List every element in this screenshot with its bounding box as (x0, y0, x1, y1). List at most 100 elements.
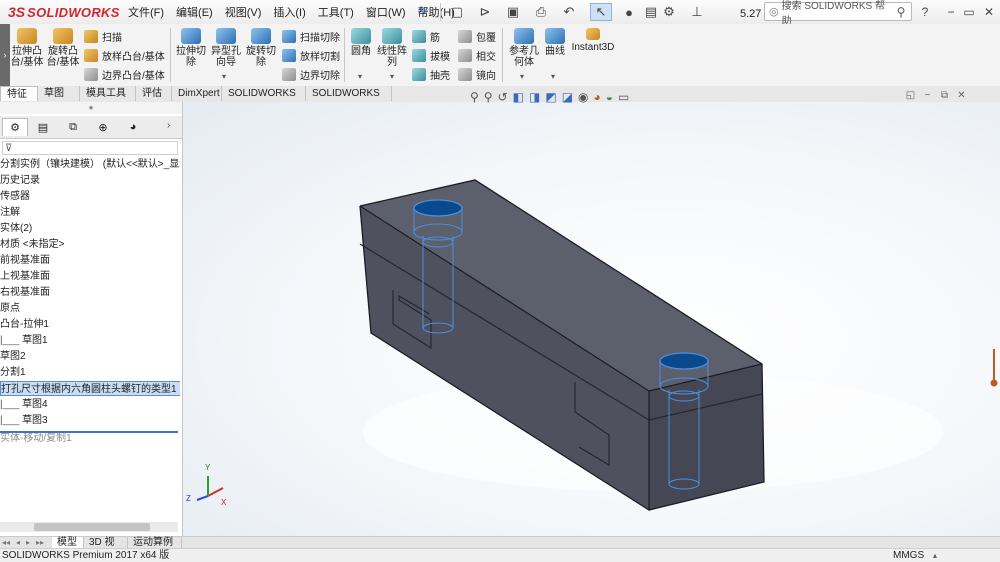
tab-mold-tools[interactable]: 模具工具 (80, 86, 136, 101)
tab-dimxpert[interactable]: DimXpert (172, 86, 222, 101)
tree-item-sketch3[interactable]: |___ 草图3 (0, 413, 180, 428)
feature-tree-filter[interactable]: ⊽ (2, 141, 178, 155)
tree-item-top-plane[interactable]: 上视基准面 (0, 269, 180, 284)
revolve-cut-button[interactable]: 旋转切 除 (244, 28, 278, 68)
options-gear-icon[interactable]: ⚙ (658, 3, 680, 21)
feature-tree-hscrollbar[interactable] (0, 522, 178, 532)
tab-scroll-last-icon[interactable]: ▸▸ (36, 538, 44, 547)
reference-geometry-dropdown-icon[interactable]: ▾ (520, 72, 524, 81)
sweep-button[interactable]: 扫描 (84, 28, 122, 44)
display-style-icon[interactable]: ◪ (562, 90, 573, 104)
panel-grip-icon[interactable]: ● (0, 102, 182, 114)
unit-system-selector[interactable]: MMGS (893, 549, 924, 562)
mirror-button[interactable]: 镜向 (458, 66, 496, 82)
hole-wizard-dropdown-icon[interactable]: ▾ (222, 72, 226, 81)
zoom-to-fit-icon[interactable]: ⚲ (470, 90, 479, 104)
extrude-boss-button[interactable]: 拉伸凸 台/基体 (10, 28, 44, 68)
restore-window-button[interactable]: ▭ (960, 3, 978, 21)
zoom-to-area-icon[interactable]: ⚲ (484, 90, 493, 104)
dynamic-annotation-icon[interactable]: ◨ (529, 90, 540, 104)
close-window-button[interactable]: ✕ (980, 3, 998, 21)
menu-file[interactable]: 文件(F) (128, 4, 164, 20)
viewport-minimize-icon[interactable]: − (919, 90, 936, 101)
menu-insert[interactable]: 插入(I) (273, 4, 305, 20)
undo-icon[interactable]: ↶ (558, 3, 580, 21)
instant3d-button[interactable]: Instant3D (572, 28, 614, 53)
viewport-restore-icon[interactable]: ⧉ (936, 90, 953, 101)
shell-button[interactable]: 抽壳 (412, 66, 450, 82)
linear-pattern-button[interactable]: 线性阵 列 (376, 28, 408, 68)
lofted-cut-button[interactable]: 放样切割 (282, 47, 340, 63)
panel-tabs-scroll-icon[interactable]: › (167, 120, 170, 131)
display-manager-tab-icon[interactable]: ◕ (120, 118, 146, 136)
unit-system-dropdown-icon[interactable]: ▴ (933, 549, 937, 562)
wrap-button[interactable]: 包覆 (458, 28, 496, 44)
search-input[interactable]: 搜索 SOLIDWORKS 帮助 (782, 0, 891, 27)
tab-sketch[interactable]: 草图 (38, 86, 80, 101)
intersect-button[interactable]: 相交 (458, 47, 496, 63)
rollback-bar[interactable] (0, 431, 178, 433)
save-icon[interactable]: ▣ (502, 3, 524, 21)
tree-item-boss-extrude1[interactable]: 凸台-拉伸1 (0, 317, 180, 332)
previous-view-icon[interactable]: ↺ (498, 90, 508, 104)
pin-menu-icon[interactable]: ✎ (418, 4, 428, 18)
configuration-manager-tab-icon[interactable]: ⧉ (60, 118, 86, 136)
tree-item-right-plane[interactable]: 右视基准面 (0, 285, 180, 300)
traffic-light-icon[interactable]: ● (618, 3, 640, 21)
command-manager-flyout-handle[interactable]: › (0, 24, 10, 86)
viewport-close-icon[interactable]: ✕ (953, 90, 970, 101)
viewport-collapse-icon[interactable]: ◱ (902, 90, 919, 101)
section-view-icon[interactable]: ◧ (513, 90, 524, 104)
tab-scroll-first-icon[interactable]: ◂◂ (2, 538, 10, 547)
rib-button[interactable]: 筋 (412, 28, 440, 44)
dimxpert-manager-tab-icon[interactable]: ⊕ (90, 118, 116, 136)
help-search-box[interactable]: ◎ 搜索 SOLIDWORKS 帮助 ⚲ (764, 1, 912, 27)
menu-view[interactable]: 视图(V) (225, 4, 262, 20)
fillet-button[interactable]: 圆角 (348, 28, 374, 57)
minimize-window-button[interactable]: − (942, 3, 960, 21)
triad-tool-icon[interactable]: ⊥ (686, 3, 708, 21)
fillet-dropdown-icon[interactable]: ▾ (358, 72, 362, 81)
edit-appearance-icon[interactable]: ◕ (594, 90, 601, 104)
draft-button[interactable]: 拔模 (412, 47, 450, 63)
view-orientation-icon[interactable]: ◩ (545, 90, 556, 104)
new-document-icon[interactable]: ▢ (446, 3, 468, 21)
tree-item-sketch2[interactable]: 草图2 (0, 349, 180, 364)
print-icon[interactable]: ⎙ (530, 3, 552, 21)
tree-item-sketch1[interactable]: |___ 草图1 (0, 333, 180, 348)
tree-item-origin[interactable]: 原点 (0, 301, 180, 316)
tab-scroll-next-icon[interactable]: ▸ (26, 538, 30, 547)
tab-features[interactable]: 特征 (0, 86, 38, 101)
boundary-boss-button[interactable]: 边界凸台/基体 (84, 66, 165, 82)
part-model-view[interactable]: X Y Z (183, 102, 1000, 536)
loft-button[interactable]: 放样凸台/基体 (84, 47, 165, 63)
tree-item-split1[interactable]: 分割1 (0, 365, 180, 380)
thermometer-tick-icon[interactable] (990, 347, 998, 389)
extrude-cut-button[interactable]: 拉伸切 除 (174, 28, 208, 68)
property-manager-tab-icon[interactable]: ▤ (30, 118, 56, 136)
view-settings-icon[interactable]: ▭ (618, 90, 629, 104)
curves-button[interactable]: 曲线 (542, 28, 568, 57)
tree-item-body-move-copy1[interactable]: 实体-移动/复制1 (0, 431, 180, 446)
curves-dropdown-icon[interactable]: ▾ (551, 72, 555, 81)
tree-item-solid-bodies[interactable]: 实体(2) (0, 221, 180, 236)
select-pointer-icon[interactable]: ↖ (590, 3, 612, 21)
tab-scroll-prev-icon[interactable]: ◂ (16, 538, 20, 547)
apply-scene-icon[interactable]: ◒ (606, 90, 613, 104)
tree-item-annotations[interactable]: 注解 (0, 205, 180, 220)
scrollbar-thumb[interactable] (34, 523, 150, 531)
solidworks-logo[interactable]: 3S SOLIDWORKS (8, 3, 120, 21)
tab-evaluate[interactable]: 评估 (136, 86, 172, 101)
pattern-dropdown-icon[interactable]: ▾ (390, 72, 394, 81)
tree-item-history[interactable]: 历史记录 (0, 173, 180, 188)
feature-manager-tab-icon[interactable]: ⚙ (2, 118, 28, 136)
tree-root-part[interactable]: 分割实例（镶块建模） (默认<<默认>_显示状态 1>) (0, 157, 180, 172)
hide-show-items-icon[interactable]: ◉ (578, 90, 588, 104)
tab-solidworks-mbd[interactable]: SOLIDWORKS MBD (306, 86, 392, 114)
tree-item-material[interactable]: 材质 <未指定> (0, 237, 180, 252)
search-icon[interactable]: ⚲ (891, 5, 911, 19)
boundary-cut-button[interactable]: 边界切除 (282, 66, 340, 82)
revolve-boss-button[interactable]: 旋转凸 台/基体 (46, 28, 80, 68)
tab-solidworks-addins[interactable]: SOLIDWORKS 插件 (222, 86, 306, 114)
graphics-area[interactable]: X Y Z (183, 102, 1000, 536)
